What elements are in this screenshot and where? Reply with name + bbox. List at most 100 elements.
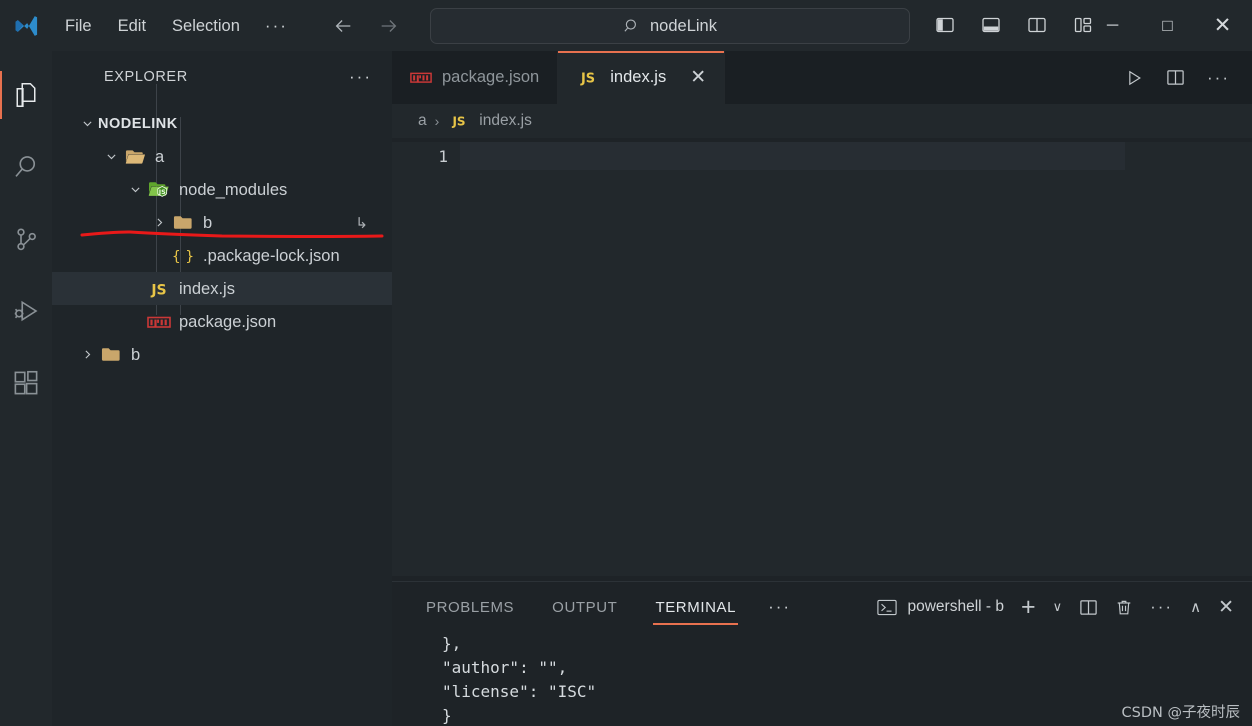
panel-tab-terminal[interactable]: TERMINAL — [643, 585, 748, 629]
json-icon: { } — [170, 247, 196, 265]
tree-label: a — [155, 147, 165, 166]
tree-row-nodelink[interactable]: NODELINK — [52, 107, 392, 140]
terminal-line: "author": "", — [442, 658, 568, 677]
explorer-sidebar: EXPLORER ··· NODELINK a JS node_modules … — [52, 51, 392, 726]
npm-icon — [410, 71, 432, 84]
tab-label: index.js — [610, 68, 667, 86]
file-tree: NODELINK a JS node_modules b ↳ {} .pack… — [52, 84, 392, 371]
panel-more-actions[interactable]: ··· — [1150, 597, 1173, 617]
terminal-tab-label[interactable]: powershell - b — [877, 598, 1004, 616]
folder-icon — [170, 214, 196, 231]
tree-label: b — [131, 345, 141, 364]
tab-label: package.json — [442, 68, 540, 86]
tree-label: b — [203, 213, 213, 232]
js-icon: JS — [447, 113, 471, 129]
more-icon[interactable]: ··· — [1207, 68, 1230, 88]
navigation-buttons — [332, 15, 400, 37]
tree-row-b[interactable]: b — [52, 338, 392, 371]
menu-overflow-button[interactable]: ··· — [253, 14, 300, 38]
watermark: CSDN @子夜时辰 — [1121, 705, 1240, 721]
panel-header: PROBLEMS OUTPUT TERMINAL ··· powershell … — [392, 582, 1252, 632]
source-control-icon — [11, 224, 41, 254]
chevron-down-icon — [100, 150, 122, 163]
layout-controls — [930, 10, 1098, 40]
chevron-right-icon — [148, 216, 170, 229]
activitybar-item-source-control[interactable] — [0, 203, 52, 275]
code-editor[interactable]: 1 — [392, 142, 1252, 576]
panel-tabs-overflow[interactable]: ··· — [762, 597, 791, 617]
tree-row-a[interactable]: a — [52, 140, 392, 173]
svg-text:JS: JS — [150, 282, 166, 298]
js-icon: JS — [146, 280, 172, 298]
js-icon: JS — [576, 69, 600, 86]
chevron-down-icon — [124, 183, 146, 196]
title-bar: File Edit Selection ··· nodeLink ─ □ ✕ — [0, 0, 1252, 51]
explorer-more-actions[interactable]: ··· — [349, 67, 372, 87]
svg-text:JS: JS — [452, 114, 466, 128]
current-line-highlight — [460, 142, 1125, 170]
npm-icon — [146, 315, 172, 329]
menu-file[interactable]: File — [52, 11, 105, 41]
trash-icon[interactable] — [1115, 598, 1133, 617]
tree-row-b-symlink[interactable]: b ↳ — [52, 206, 392, 239]
terminal-line: }, — [442, 634, 462, 653]
tree-row-index-js[interactable]: JS index.js — [52, 272, 392, 305]
tree-row-package-json[interactable]: package.json — [52, 305, 392, 338]
vscode-window: File Edit Selection ··· nodeLink ─ □ ✕ E… — [0, 0, 1252, 726]
command-center[interactable]: nodeLink — [430, 8, 910, 44]
breadcrumb-folder[interactable]: a — [418, 112, 427, 130]
menu-edit[interactable]: Edit — [105, 11, 159, 41]
chevron-down-icon[interactable]: ∨ — [1053, 599, 1063, 615]
tree-row-package-lock-json[interactable]: { } .package-lock.json — [52, 239, 392, 272]
svg-text:JS: JS — [158, 188, 166, 196]
close-button[interactable]: ✕ — [1195, 0, 1250, 51]
activitybar-item-explorer[interactable] — [0, 59, 52, 131]
activitybar-item-run-and-debug[interactable] — [0, 275, 52, 347]
close-icon[interactable]: ✕ — [690, 68, 706, 87]
split-icon[interactable] — [1079, 598, 1098, 617]
symlink-indicator-icon: ↳ — [355, 214, 368, 232]
menu-selection[interactable]: Selection — [159, 11, 253, 41]
editor-group: package.json JS index.js ✕ ··· a › JS in… — [392, 51, 1252, 726]
layout-panel-icon[interactable] — [976, 10, 1006, 40]
breadcrumb: a › JS index.js — [392, 104, 1252, 138]
close-panel-button[interactable]: ✕ — [1218, 596, 1234, 619]
node-folder-icon: JS — [146, 180, 172, 199]
minimize-button[interactable]: ─ — [1085, 0, 1140, 51]
panel-actions: powershell - b + ∨ ··· ∧ ✕ — [877, 594, 1252, 620]
new-terminal-button[interactable]: + — [1021, 594, 1036, 620]
activitybar-item-search[interactable] — [0, 131, 52, 203]
breadcrumb-separator: › — [434, 113, 440, 129]
terminal-name: powershell - b — [907, 598, 1004, 615]
maximize-button[interactable]: □ — [1140, 0, 1195, 51]
layout-sidebar-right-icon[interactable] — [1022, 10, 1052, 40]
panel-tab-output[interactable]: OUTPUT — [540, 585, 629, 629]
tree-label: index.js — [179, 279, 235, 298]
breadcrumb-file[interactable]: index.js — [479, 112, 532, 130]
tabbar-filler — [725, 51, 1103, 104]
tree-row-node-modules[interactable]: JS node_modules — [52, 173, 392, 206]
layout-sidebar-left-icon[interactable] — [930, 10, 960, 40]
split-editor-icon[interactable] — [1166, 68, 1185, 87]
search-icon — [11, 152, 41, 182]
sidebar-header: EXPLORER ··· — [52, 51, 392, 103]
play-icon[interactable] — [1124, 68, 1144, 88]
panel-tab-problems[interactable]: PROBLEMS — [414, 585, 526, 629]
tab-package-json[interactable]: package.json — [392, 51, 559, 104]
files-icon — [11, 80, 41, 110]
maximize-panel-button[interactable]: ∧ — [1190, 598, 1201, 616]
editor-line: 1 — [392, 142, 1252, 170]
svg-text:{ }: { } — [172, 249, 194, 265]
activitybar-item-extensions[interactable] — [0, 347, 52, 419]
sidebar-title: EXPLORER — [104, 69, 188, 85]
command-center-value: nodeLink — [650, 16, 717, 35]
panel-tabs: PROBLEMS OUTPUT TERMINAL ··· — [392, 585, 791, 629]
folder-open-icon — [122, 148, 148, 166]
tree-label: node_modules — [179, 180, 288, 199]
arrow-left-icon[interactable] — [332, 15, 354, 37]
chevron-right-icon — [76, 348, 98, 361]
tab-bar: package.json JS index.js ✕ ··· — [392, 51, 1252, 104]
svg-text:JS: JS — [580, 72, 595, 86]
arrow-right-icon[interactable] — [378, 15, 400, 37]
tab-index-js[interactable]: JS index.js ✕ — [558, 51, 726, 104]
